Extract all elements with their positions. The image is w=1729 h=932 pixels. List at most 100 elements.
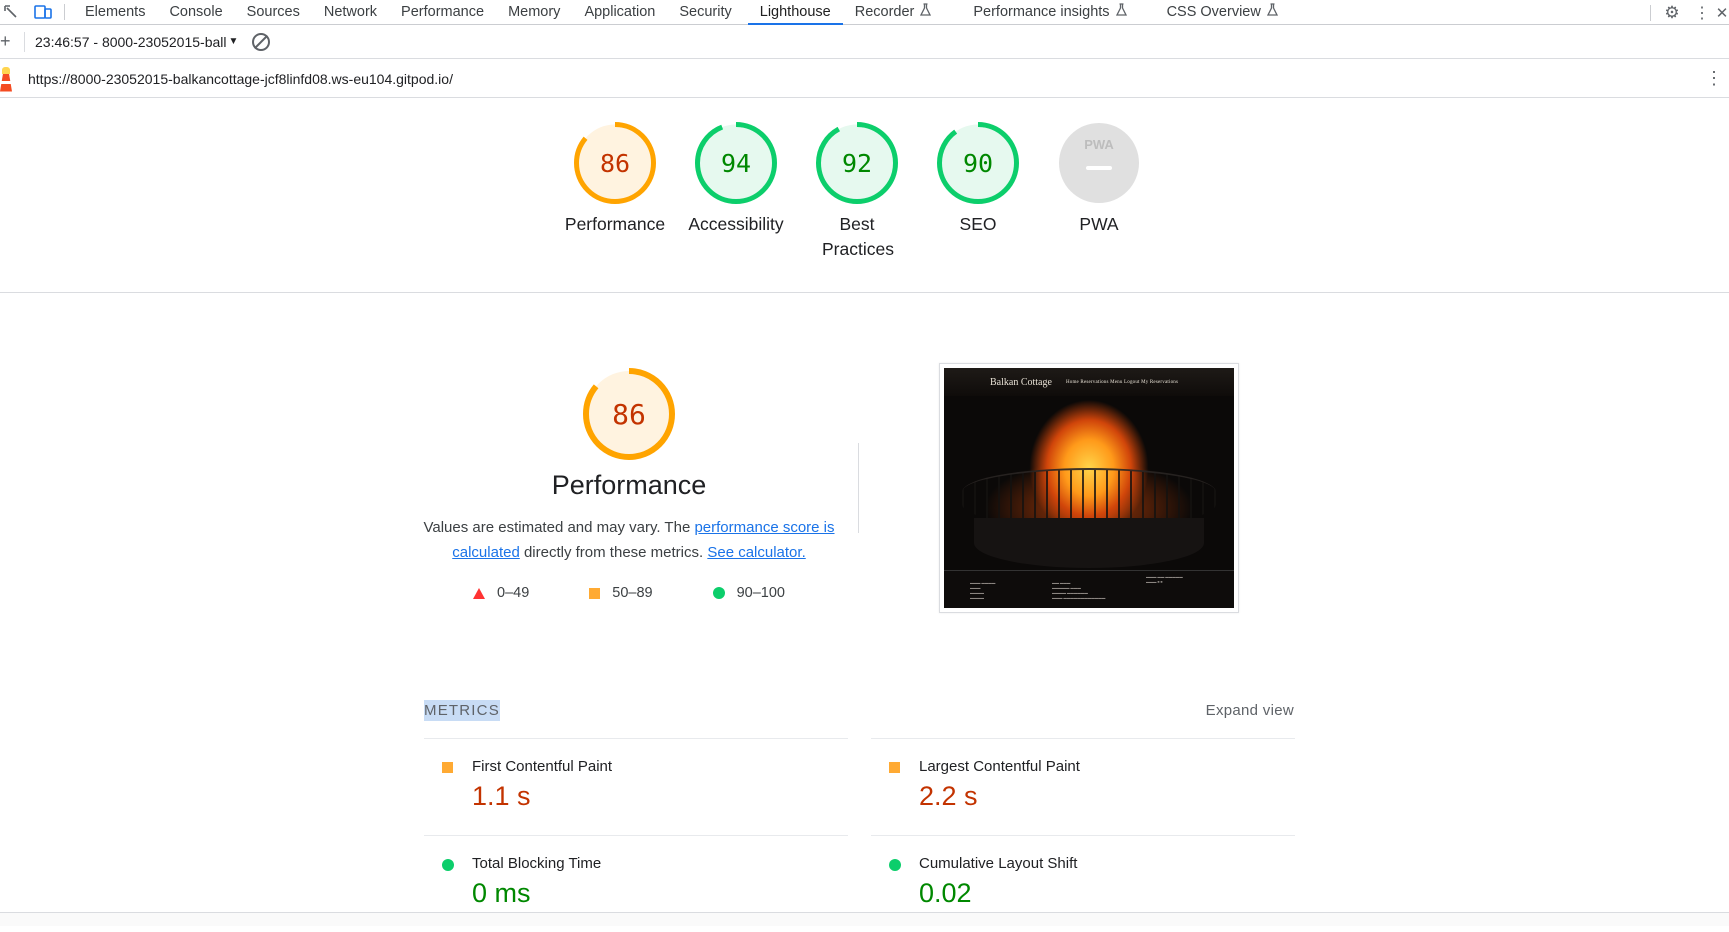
tab-lighthouse[interactable]: Lighthouse: [747, 0, 843, 25]
experimental-flask-icon: [920, 3, 932, 21]
square-average-icon: [889, 762, 900, 773]
circle-pass-icon: [442, 859, 454, 871]
metrics-title: METRICS: [424, 700, 500, 721]
metric-largest-contentful-paint: Largest Contentful Paint 2.2 s: [871, 738, 1295, 835]
tab-css-overview[interactable]: CSS Overview: [1155, 0, 1290, 25]
tab-label: Network: [323, 3, 378, 20]
performance-summary: 86 Performance Values are estimated and …: [420, 368, 838, 601]
tabbar-separator: [1650, 4, 1651, 21]
tab-console[interactable]: Console: [157, 0, 234, 25]
performance-title: Performance: [551, 470, 707, 500]
tab-label: Lighthouse: [759, 3, 831, 20]
tab-label: Performance insights: [973, 3, 1110, 20]
metric-value: 0 ms: [472, 878, 531, 908]
tab-performance[interactable]: Performance: [389, 0, 496, 25]
gauge-seo[interactable]: 90 SEO: [923, 122, 1033, 237]
device-toolbar-icon[interactable]: [32, 1, 54, 23]
square-average-icon: [442, 762, 453, 773]
footer-column: ▬▬ ▬▬▬ ▬▬▬▬▬ ▬▬▬ ▬▬▬▬ ▬▬▬▬▬▬ ▬▬▬ ▬▬▬▬▬▬▬▬▬▬…: [1052, 581, 1106, 600]
clear-all-icon[interactable]: [252, 32, 271, 51]
gauge-score: 90: [963, 149, 993, 178]
legend-label: 50–89: [612, 585, 653, 601]
footer-column: ▬▬▬ ▬▬▬▬ ▬▬▬ ▬▬▬▬ ▬▬▬▬: [970, 581, 996, 600]
gauge-accessibility[interactable]: 94 Accessibility: [681, 122, 791, 237]
section-divider: [0, 292, 1729, 293]
tab-performance-insights[interactable]: Performance insights: [961, 0, 1138, 25]
tab-label: Elements: [85, 3, 146, 20]
settings-gear-icon[interactable]: ⚙: [1661, 2, 1683, 24]
grill-bowl: [974, 518, 1204, 568]
dropdown-arrow-icon: ▼: [228, 36, 239, 47]
performance-gauge-large: 86: [420, 368, 838, 460]
footer-column: ▬▬▬ ▬▬ ▬▬▬▬▬ ▬▬▬ ■ ■: [1146, 575, 1183, 584]
metric-name: First Contentful Paint: [472, 758, 613, 775]
metric-value: 1.1 s: [472, 781, 531, 811]
lighthouse-logo-icon: [0, 66, 16, 92]
report-select-value: 23:46:57 - 8000-23052015-ball: [35, 33, 227, 50]
tab-label: Recorder: [854, 3, 915, 20]
gauge-score: 86: [600, 149, 630, 178]
report-select[interactable]: 23:46:57 - 8000-23052015-ball ▼: [35, 34, 238, 50]
report-menu-icon[interactable]: ⋮: [1705, 68, 1723, 89]
legend-label: 0–49: [497, 585, 530, 601]
score-gauge: 94: [695, 122, 777, 204]
score-gauge: 92: [816, 122, 898, 204]
experimental-flask-icon: [1115, 3, 1127, 21]
metric-value: 2.2 s: [919, 781, 978, 811]
tab-memory[interactable]: Memory: [496, 0, 572, 25]
more-options-icon[interactable]: ⋮: [1691, 2, 1713, 24]
inspect-element-icon[interactable]: [0, 1, 22, 23]
tab-label: CSS Overview: [1166, 3, 1261, 20]
desc-text: directly from these metrics.: [519, 544, 708, 561]
expand-view-button[interactable]: Expand view: [1206, 702, 1294, 719]
gauge-score: 92: [842, 149, 872, 178]
tab-label: Security: [679, 3, 732, 20]
new-report-icon[interactable]: +: [0, 31, 14, 52]
screenshot-nav-links: Home Reservations Menu Logout My Reserva…: [1065, 379, 1179, 385]
tab-sources[interactable]: Sources: [235, 0, 312, 25]
tab-label: Memory: [508, 3, 561, 20]
gauge-performance[interactable]: 86 Performance: [560, 122, 670, 237]
gauge-pwa[interactable]: PWA PWA: [1044, 122, 1154, 237]
gauge-label: Performance: [564, 214, 666, 234]
metrics-header: METRICS Expand view: [424, 700, 1294, 724]
tab-application[interactable]: Application: [572, 0, 667, 25]
circle-pass-icon: [712, 587, 725, 599]
screenshot-navbar: Balkan Cottage Home Reservations Menu Lo…: [944, 368, 1234, 396]
legend-fail: 0–49: [473, 585, 529, 601]
final-screenshot[interactable]: Balkan Cottage Home Reservations Menu Lo…: [939, 363, 1239, 613]
drawer-tabs-strip: [0, 912, 1729, 926]
tab-recorder[interactable]: Recorder: [843, 0, 944, 25]
gauge-score: 86: [612, 398, 646, 431]
score-gauges: 86 Performance 94 Accessibility 92 Best Pract…: [560, 122, 1180, 272]
report-url-bar: https://8000-23052015-balkancottage-jcf8…: [0, 60, 1729, 98]
large-score-gauge: 86: [583, 368, 675, 460]
tab-label: Application: [584, 3, 656, 20]
pwa-badge-text: PWA: [1084, 137, 1114, 152]
devtools-tabbar: Elements Console Sources Network Performance…: [0, 0, 1729, 25]
tab-elements[interactable]: Elements: [73, 0, 157, 25]
vertical-separator: [858, 443, 859, 533]
legend-average: 50–89: [589, 585, 653, 601]
score-legend: 0–49 50–89 90–100: [420, 585, 838, 601]
tab-network[interactable]: Network: [312, 0, 389, 25]
legend-pass: 90–100: [712, 585, 785, 601]
report-url[interactable]: https://8000-23052015-balkancottage-jcf8…: [28, 71, 453, 87]
gauge-score: 94: [721, 149, 751, 178]
gauge-best-practices[interactable]: 92 Best Practices: [802, 122, 912, 262]
gauge-label: SEO: [959, 214, 997, 234]
square-average-icon: [589, 587, 601, 599]
tab-security[interactable]: Security: [667, 0, 743, 25]
desc-text: Values are estimated and may vary. The: [423, 519, 695, 536]
gauge-label: Accessibility: [688, 214, 784, 234]
tab-label: Console: [169, 3, 223, 20]
lighthouse-toolbar: + 23:46:57 - 8000-23052015-ball ▼: [0, 25, 1729, 59]
close-devtools-icon[interactable]: ✕: [1715, 2, 1729, 24]
score-gauge: 90: [937, 122, 1019, 204]
performance-description: Values are estimated and may vary. The p…: [420, 515, 838, 565]
tab-label: Performance: [401, 3, 485, 20]
metric-name: Total Blocking Time: [472, 855, 602, 872]
see-calculator-link[interactable]: See calculator.: [707, 544, 805, 561]
toolbar-separator: [24, 31, 25, 52]
score-gauge: 86: [574, 122, 656, 204]
